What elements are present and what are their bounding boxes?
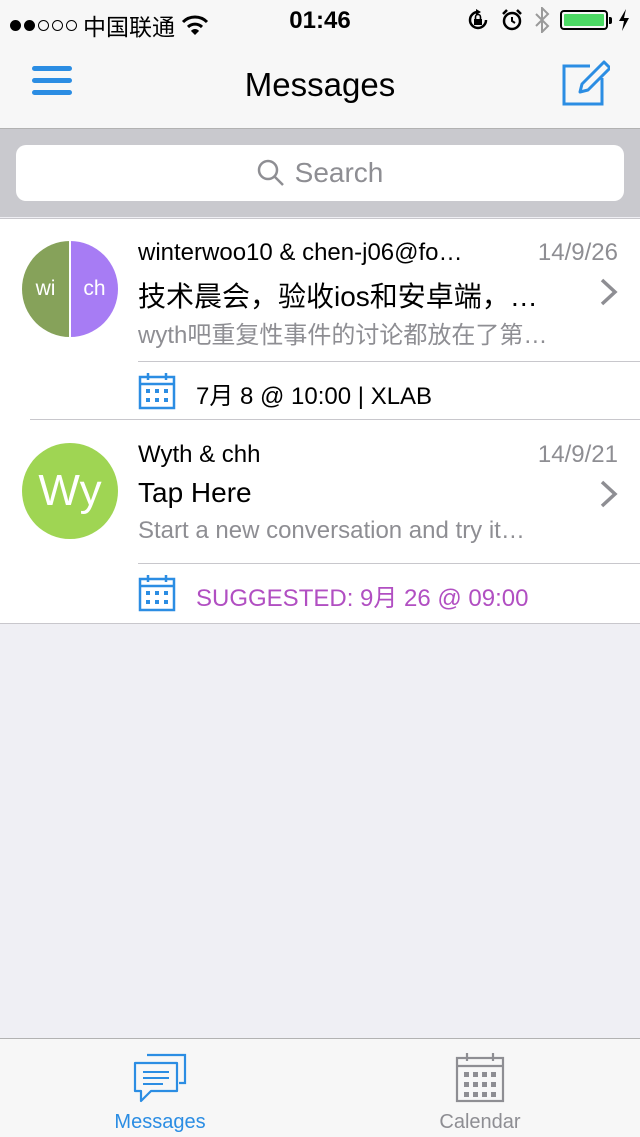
avatar-initials-right: ch: [71, 241, 118, 337]
chevron-right-icon: [600, 278, 618, 306]
navigation-bar: Messages: [0, 40, 640, 129]
avatar: wi ch: [22, 241, 118, 337]
avatar-initials-left: wi: [22, 241, 69, 337]
alarm-icon: [502, 9, 522, 31]
event-text: 7月 8 @ 10:00 | XLAB: [196, 383, 433, 410]
avatar: Wy: [22, 443, 118, 539]
conversation-subject: Tap Here: [138, 477, 252, 508]
status-right: [466, 7, 630, 33]
charging-icon: [619, 9, 629, 31]
conversation-participants: Wyth & chh: [138, 441, 261, 468]
row-divider: [30, 419, 640, 420]
search-input[interactable]: Search: [16, 145, 624, 201]
conversation-row[interactable]: wi ch winterwoo10 & chen-j06@fo… 14/9/26…: [0, 219, 640, 419]
tab-messages-label: Messages: [114, 1111, 206, 1133]
conversation-preview: Start a new conversation and try it…: [138, 517, 525, 544]
status-bar: 中国联通 01:46: [0, 0, 640, 40]
page-title: Messages: [244, 66, 396, 103]
conversation-subject: 技术晨会，验收ios和安卓端，…: [138, 281, 538, 312]
conversation-preview: wyth吧重复性事件的讨论都放在了第…: [138, 322, 548, 349]
tab-bar: Messages Calendar: [0, 1038, 640, 1137]
calendar-icon: [138, 373, 176, 410]
search-icon: [257, 159, 284, 186]
search-bar-container: Search: [0, 129, 640, 217]
bluetooth-icon: [535, 7, 550, 33]
battery-icon: [560, 10, 612, 30]
calendar-icon: [138, 575, 176, 612]
event-summary[interactable]: SUGGESTED: 9月 26 @ 09:00: [138, 563, 640, 622]
tab-calendar-label: Calendar: [439, 1111, 521, 1133]
rotation-lock-icon: [468, 9, 488, 30]
chevron-right-icon: [600, 480, 618, 508]
conversation-list: wi ch winterwoo10 & chen-j06@fo… 14/9/26…: [0, 218, 640, 624]
event-summary[interactable]: 7月 8 @ 10:00 | XLAB: [138, 361, 640, 420]
tab-calendar[interactable]: Calendar: [320, 1039, 640, 1137]
compose-button[interactable]: [560, 58, 610, 108]
conversation-participants: winterwoo10 & chen-j06@fo…: [138, 239, 463, 266]
messages-icon: [133, 1053, 187, 1103]
calendar-icon: [455, 1053, 505, 1103]
conversation-date: 14/9/26: [537, 239, 618, 266]
tab-messages[interactable]: Messages: [0, 1039, 320, 1137]
event-text: SUGGESTED: 9月 26 @ 09:00: [196, 585, 529, 612]
conversation-date: 14/9/21: [537, 441, 618, 468]
search-placeholder: Search: [294, 157, 384, 188]
conversation-row[interactable]: Wy Wyth & chh 14/9/21 Tap Here Start a n…: [0, 421, 640, 621]
